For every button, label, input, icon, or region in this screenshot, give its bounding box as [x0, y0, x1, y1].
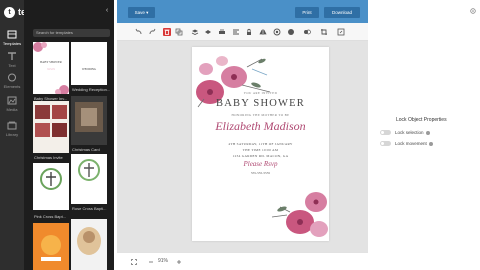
template-thumbnail[interactable]	[71, 219, 107, 270]
library-icon	[7, 121, 17, 130]
undo-icon[interactable]	[135, 28, 143, 36]
photo-card	[75, 102, 103, 132]
template-thumbnail[interactable]: BABY SHOWER ~~~~~	[33, 42, 69, 94]
template-caption: Rose Cross Bapti...	[72, 206, 107, 211]
invitation-page[interactable]: YOU ARE INVITED BABY SHOWER HONORING THE…	[192, 47, 329, 241]
template-thumbnail[interactable]	[33, 101, 69, 153]
stack-icon[interactable]	[218, 28, 226, 36]
align-icon[interactable]	[232, 28, 240, 36]
templates-icon	[7, 30, 17, 39]
text-icon	[8, 52, 16, 60]
invite-title[interactable]: BABY SHOWER	[192, 98, 329, 109]
template-thumbnail[interactable]	[71, 154, 107, 204]
settings-icon[interactable]	[469, 7, 477, 15]
invite-honoree-name[interactable]: Elizabeth Madison	[192, 119, 329, 134]
info-icon[interactable]	[428, 141, 433, 146]
zoom-level: 91%	[158, 258, 169, 264]
lock-selection-toggle[interactable]	[380, 130, 391, 135]
rail-item-library[interactable]: Library	[0, 121, 24, 137]
duplicate-icon[interactable]	[175, 28, 183, 36]
lock-movement-label: Lock movement	[395, 141, 433, 146]
template-thumbnail[interactable]: WEDDING	[71, 42, 107, 85]
template-caption: Wedding Reception...	[72, 87, 111, 92]
effects-icon[interactable]	[303, 28, 311, 36]
properties-panel: Lock Object Properties Lock selection Lo…	[368, 0, 480, 270]
layers-icon[interactable]	[191, 28, 199, 36]
crop-icon[interactable]	[320, 28, 328, 36]
invite-date[interactable]: 4TH SATURDAY, 11TH OF JANUARY	[192, 142, 329, 146]
invite-phone[interactable]: 555-555-5555	[192, 171, 329, 175]
fit-screen-icon[interactable]	[131, 259, 137, 265]
lock-icon[interactable]	[245, 28, 253, 36]
delete-icon[interactable]	[163, 28, 171, 36]
template-caption: Pink Cross Bapt...	[34, 214, 67, 219]
template-thumbnail[interactable]	[33, 163, 69, 210]
save-label: Save	[134, 10, 145, 15]
wreath-cross-art	[40, 168, 62, 190]
rail-item-templates[interactable]: Templates	[0, 30, 24, 46]
flip-icon[interactable]	[259, 28, 267, 36]
lock-properties-title: Lock Object Properties	[396, 117, 447, 123]
header-bar: Save ▾ Print Download	[117, 0, 368, 23]
template-title: WEDDING	[81, 67, 97, 71]
resize-icon[interactable]	[337, 28, 345, 36]
save-button[interactable]: Save ▾	[128, 7, 155, 18]
rail-item-elements[interactable]: Elements	[0, 73, 24, 89]
arrange-icon[interactable]	[204, 28, 212, 36]
canvas-stage[interactable]: YOU ARE INVITED BABY SHOWER HONORING THE…	[117, 41, 368, 252]
redo-icon[interactable]	[148, 28, 156, 36]
templates-panel: ‹ Search for templates BABY SHOWER ~~~~~…	[24, 0, 114, 270]
zoom-out-icon[interactable]	[148, 259, 154, 265]
opacity-icon[interactable]	[287, 28, 295, 36]
photo-art	[41, 235, 61, 261]
photo-art	[77, 227, 101, 255]
download-button[interactable]: Download	[324, 7, 360, 18]
rail-label: Templates	[2, 41, 22, 46]
template-caption: Christmas Invite	[34, 155, 63, 160]
chevron-down-icon: ▾	[146, 10, 149, 15]
lock-selection-label: Lock selection	[395, 130, 430, 135]
rail-label: Library	[5, 132, 19, 137]
rail-label: Elements	[3, 84, 21, 89]
invite-time[interactable]: THE TIME 10:00 AM	[192, 148, 329, 152]
rail-label: Media	[6, 107, 18, 112]
invite-subtitle[interactable]: HONORING THE MOTHER TO BE	[192, 113, 329, 117]
color-icon[interactable]	[273, 28, 281, 36]
template-thumbnail[interactable]	[71, 96, 107, 145]
editor-toolbar	[117, 23, 368, 41]
lock-selection-text: Lock selection	[395, 130, 424, 135]
template-caption: Christmas Card	[72, 147, 100, 152]
rail-label: Text	[8, 63, 16, 68]
collapse-panel-icon[interactable]: ‹	[103, 7, 111, 15]
footer-bar: 91%	[117, 252, 368, 270]
lock-movement-toggle[interactable]	[380, 141, 391, 146]
template-thumbnail[interactable]	[33, 223, 69, 270]
invite-rsvp[interactable]: Please Rsvp	[192, 160, 329, 168]
elements-icon	[8, 73, 16, 82]
rail-item-media[interactable]: Media	[0, 96, 24, 112]
media-icon	[7, 96, 17, 105]
brand-logo: t	[4, 6, 15, 18]
template-search-input[interactable]: Search for templates	[33, 29, 110, 37]
print-button[interactable]: Print	[295, 7, 319, 18]
rail-item-text[interactable]: Text	[0, 52, 24, 68]
invite-pre-title[interactable]: YOU ARE INVITED	[192, 91, 329, 95]
template-title: BABY SHOWER	[40, 60, 62, 64]
info-icon[interactable]	[425, 130, 430, 135]
left-rail: t templett Templates Text Elements Media…	[0, 0, 53, 270]
photo-collage	[35, 105, 67, 137]
template-script-name: ~~~~~	[46, 67, 56, 71]
invite-address[interactable]: 1234 GARDEN RD. MACON, GA	[192, 154, 329, 158]
wreath-cross-art	[78, 159, 100, 181]
lock-movement-text: Lock movement	[395, 141, 427, 146]
zoom-in-icon[interactable]	[176, 259, 182, 265]
